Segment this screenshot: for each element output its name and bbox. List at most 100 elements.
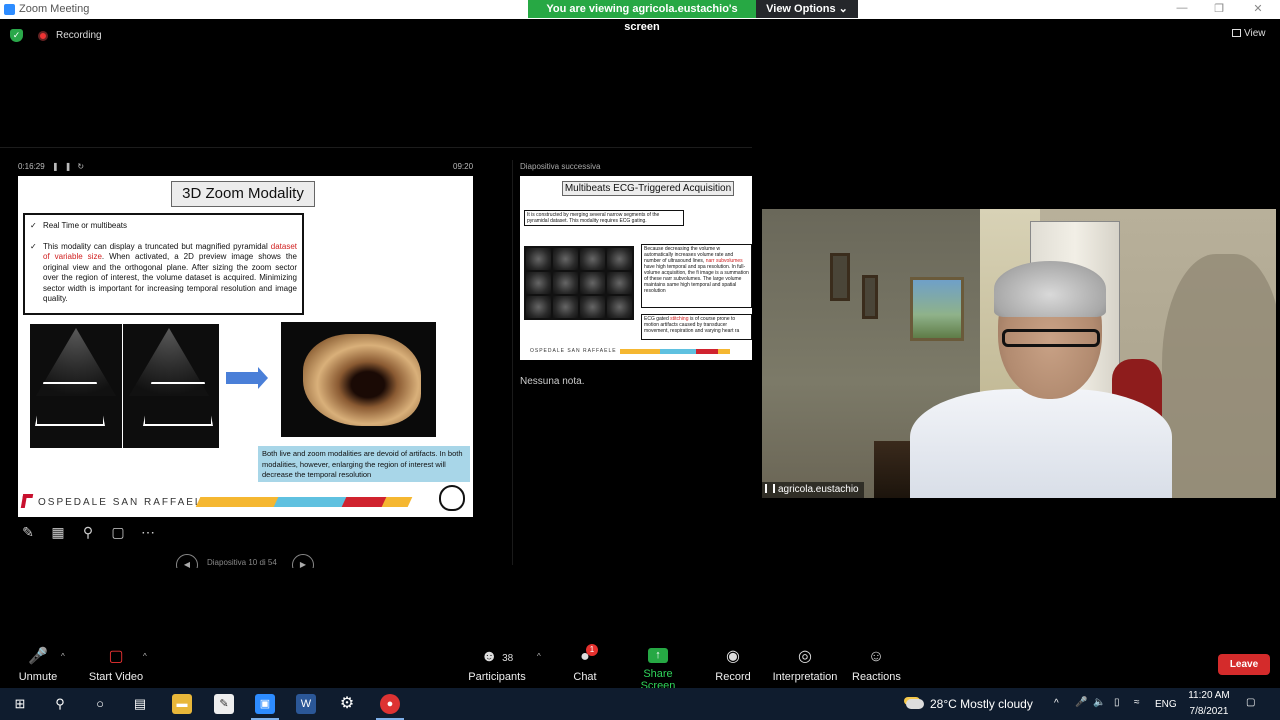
cloud-sun-icon (906, 699, 924, 709)
participants-chevron-icon[interactable]: ^ (537, 652, 541, 661)
weather-widget[interactable]: 28°C Mostly cloudy (906, 697, 1033, 711)
view-button[interactable]: View (1232, 28, 1266, 39)
microphone-tray-icon[interactable]: 🎤 (1075, 697, 1087, 708)
chat-bubble-icon: ● 1 (575, 644, 598, 666)
heart-logo-icon (439, 485, 465, 511)
close-icon[interactable]: ✕ (1248, 2, 1268, 15)
next-slide-box: It is constructed by merging several nar… (524, 210, 684, 226)
view-label: View (1244, 28, 1266, 39)
view-options-button[interactable]: View Options ⌄ (756, 0, 858, 18)
document-icon[interactable]: ✎ (214, 694, 234, 714)
speaker-notes: Nessuna nota. (520, 376, 585, 387)
taskbar-date[interactable]: 7/8/2021 (1187, 706, 1231, 717)
next-color-stripe (620, 349, 730, 354)
cortana-icon[interactable]: ○ (91, 695, 109, 713)
divider (0, 147, 752, 148)
panel-divider[interactable] (512, 160, 513, 565)
glasses (1002, 329, 1100, 347)
interpretation-button[interactable]: ◎ Interpretation (770, 648, 840, 683)
next-slide-label: Diapositiva successiva (520, 162, 601, 171)
viewing-banner: You are viewing agricola.eustachio's scr… (528, 0, 756, 33)
participant-name-tag: agricola.eustachio (762, 482, 864, 498)
color-stripe (195, 497, 413, 507)
participants-icon: ☻ (480, 648, 498, 665)
minimize-icon[interactable]: — (1172, 2, 1192, 14)
globe-icon: ◎ (798, 648, 812, 665)
security-shield-icon[interactable]: ✓ (10, 29, 23, 42)
elapsed-timer: 0:16:29 (18, 162, 45, 171)
bullet-item: Real Time or multibeats (30, 221, 297, 232)
video-options-chevron-icon[interactable]: ^ (143, 652, 147, 661)
unmute-button[interactable]: 🎤 Unmute (16, 648, 60, 683)
echo-grid-image (524, 246, 634, 320)
start-video-button[interactable]: ▢ Start Video (88, 648, 144, 683)
participants-count: 38 (502, 653, 514, 664)
next-hospital-name: OSPEDALE SAN RAFFAELE (530, 348, 617, 354)
language-indicator[interactable]: ENG (1155, 699, 1177, 710)
zoom-magnifier-icon[interactable]: ⚲ (78, 522, 98, 542)
participants-button[interactable]: ☻ 38 Participants (468, 648, 526, 683)
bullet-box: Real Time or multibeats This modality ca… (23, 213, 304, 315)
file-explorer-icon[interactable]: ▬ (172, 694, 192, 714)
timer-controls[interactable]: ❚❚↻ (52, 162, 90, 171)
record-button[interactable]: ◉ Record (714, 648, 752, 683)
recording-icon (38, 31, 48, 41)
chat-badge: 1 (586, 644, 598, 656)
show-hidden-icons-icon[interactable]: ^ (1054, 698, 1059, 709)
battery-icon[interactable]: ▯ (1114, 697, 1120, 708)
settings-gear-icon[interactable]: ⚙ (337, 694, 357, 714)
smiley-icon: ☺ (867, 648, 885, 665)
signal-icon (765, 484, 775, 493)
chrome-icon[interactable]: ● (380, 694, 400, 714)
clock: 09:20 (453, 162, 474, 171)
restore-icon[interactable]: ❐ (1209, 2, 1229, 15)
participant-video[interactable]: agricola.eustachio (762, 209, 1276, 498)
next-slide-icon[interactable]: ▶ (292, 554, 314, 568)
bullet-item: This modality can display a truncated bu… (30, 242, 297, 305)
task-view-icon[interactable]: ▤ (131, 695, 149, 713)
echo-image-right (123, 324, 219, 448)
zoom-taskbar-icon[interactable]: ▣ (255, 694, 275, 714)
pen-icon[interactable]: ✎ (18, 522, 38, 542)
reset-icon[interactable]: ↻ (77, 162, 90, 171)
next-slide-title: Multibeats ECG-Triggered Acquisition (562, 181, 734, 196)
next-slide-text: Because decreasing the volume w automati… (641, 244, 752, 308)
video-off-icon: ▢ (108, 648, 124, 665)
muted-microphone-icon: 🎤 (28, 648, 48, 665)
record-icon: ◉ (726, 648, 740, 665)
audio-options-chevron-icon[interactable]: ^ (61, 652, 65, 661)
next-slide-text-2: ECG gated stitching is of course prone t… (641, 314, 752, 340)
subtitles-icon[interactable]: ▢ (108, 522, 128, 542)
word-icon[interactable]: W (296, 694, 316, 714)
arrow-right-icon (226, 367, 268, 389)
more-options-icon[interactable]: ⋯ (138, 522, 158, 542)
pause-icon[interactable]: ❚❚ (52, 162, 77, 171)
next-slide-preview[interactable]: Multibeats ECG-Triggered Acquisition It … (520, 176, 752, 360)
hospital-name: OSPEDALE SAN RAFFAELE (38, 497, 212, 508)
leave-button[interactable]: Leave (1218, 654, 1270, 675)
zoom-app-icon (4, 4, 15, 15)
person-body (910, 389, 1172, 498)
slide-navigation: ◀ Diapositiva 10 di 54 ▶ (176, 552, 316, 568)
windows-taskbar: ⊞ ⚲ ○ ▤ ▬ ✎ ▣ W ⚙ ● 28°C Mostly cloudy ^… (0, 688, 1280, 720)
chat-button[interactable]: ● 1 Chat (570, 644, 600, 683)
notifications-icon[interactable]: ▢ (1246, 697, 1255, 708)
all-slides-icon[interactable]: ▦ (48, 522, 68, 542)
recording-label: Recording (56, 30, 102, 41)
wifi-icon[interactable]: ≈ (1134, 697, 1140, 708)
wall-painting (910, 277, 964, 341)
reactions-button[interactable]: ☺ Reactions (852, 648, 901, 683)
hospital-logo-icon (20, 494, 34, 508)
slide-title: 3D Zoom Modality (171, 181, 315, 207)
echo-image-left (30, 324, 122, 448)
slide-counter: Diapositiva 10 di 54 (207, 558, 277, 567)
share-arrow-icon: ↑ (648, 648, 668, 663)
3d-zoom-image (281, 322, 436, 437)
search-icon[interactable]: ⚲ (51, 695, 69, 713)
previous-slide-icon[interactable]: ◀ (176, 554, 198, 568)
windows-start-icon[interactable]: ⊞ (11, 695, 29, 713)
taskbar-time[interactable]: 11:20 AM (1187, 690, 1231, 701)
caption-box: Both live and zoom modalities are devoid… (258, 446, 470, 482)
share-screen-button[interactable]: ↑ Share Screen (626, 648, 690, 692)
speaker-muted-icon[interactable]: 🔈 (1093, 697, 1105, 708)
